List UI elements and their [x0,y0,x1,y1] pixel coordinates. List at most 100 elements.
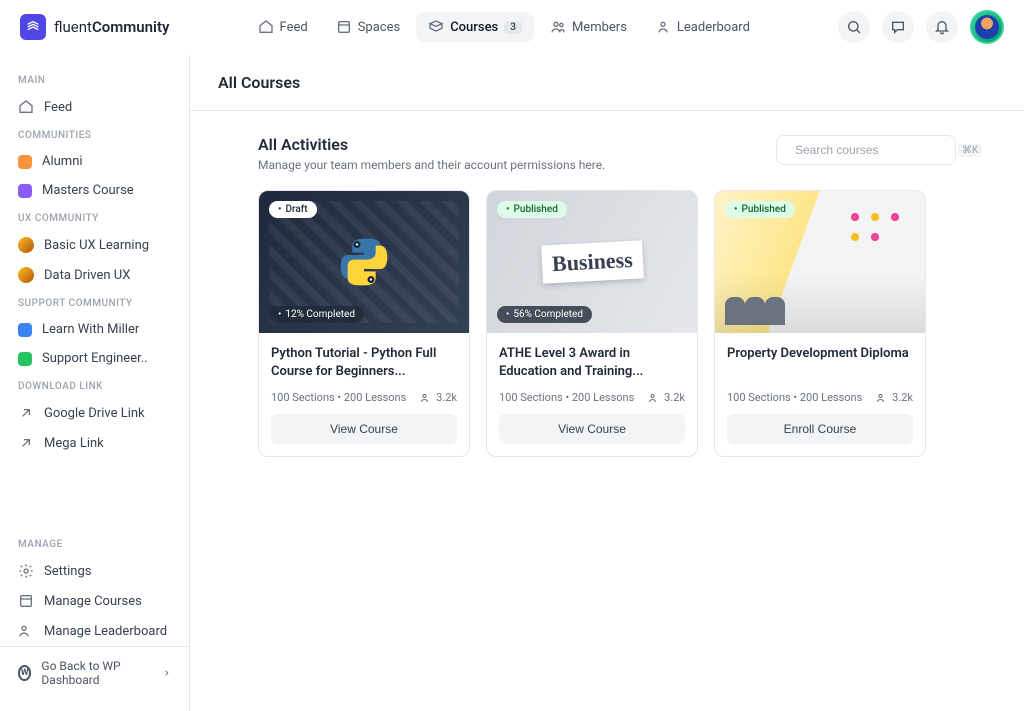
search-icon [846,19,862,35]
course-card[interactable]: Published Property Development Diploma 1… [714,190,926,457]
dot-icon [18,352,32,366]
search-button[interactable] [838,11,870,43]
nav-courses[interactable]: Courses 3 [416,12,534,42]
bell-icon [934,19,950,35]
dot-icon [18,184,32,198]
nav-feed[interactable]: Feed [246,12,320,42]
course-users: 3.2k [648,391,685,404]
course-card[interactable]: Draft 12% Completed Python Tutorial - Py… [258,190,470,457]
view-course-button[interactable]: View Course [271,414,457,444]
nav-label: Courses [450,20,498,35]
course-meta: 100 Sections • 200 Lessons [271,391,406,404]
view-course-button[interactable]: View Course [499,414,685,444]
search-input[interactable] [795,143,950,157]
section-download: DOWNLOAD LINK [10,373,179,398]
course-thumbnail: Published [715,191,925,333]
nav-label: Spaces [358,20,401,35]
course-thumbnail: Business Published 56% Completed [487,191,697,333]
sidebar: MAIN Feed COMMUNITIES Alumni Masters Cou… [0,55,190,711]
users-icon [876,392,888,404]
logo[interactable]: fluentCommunity [20,14,169,40]
side-label: Manage Courses [44,594,142,609]
leaderboard-icon [655,19,671,35]
notifications-button[interactable] [926,11,958,43]
status-badge: Published [725,201,795,218]
nav-spaces[interactable]: Spaces [324,12,413,42]
courses-icon [428,19,444,35]
side-label: Settings [44,564,91,579]
side-label: Basic UX Learning [44,238,149,253]
progress-badge: 12% Completed [269,306,364,323]
dot-icon [18,155,32,169]
course-meta: 100 Sections • 200 Lessons [499,391,634,404]
home-icon [18,99,34,115]
side-label: Masters Course [42,183,134,198]
section-ux: UX COMMUNITY [10,205,179,230]
python-icon [336,234,392,290]
wordpress-icon: W [18,665,31,681]
side-label: Data Driven UX [44,268,130,283]
content-desc: Manage your team members and their accou… [258,158,605,172]
sidebar-engineer[interactable]: Support Engineer.. [10,344,179,373]
section-support: SUPPORT COMMUNITY [10,290,179,315]
avatar-icon [18,267,34,283]
members-icon [550,19,566,35]
nav-label: Members [572,20,627,35]
nav-badge: 3 [504,21,522,34]
gear-icon [18,563,34,579]
nav-members[interactable]: Members [538,12,639,42]
side-label: Feed [44,100,72,115]
sidebar-data-ux[interactable]: Data Driven UX [10,260,179,290]
logo-text: fluentCommunity [54,18,169,36]
sidebar-settings[interactable]: Settings [10,556,179,586]
sidebar-manage-courses[interactable]: Manage Courses [10,586,179,616]
sidebar-mega[interactable]: Mega Link [10,428,179,458]
user-avatar[interactable] [970,10,1004,44]
section-communities: COMMUNITIES [10,122,179,147]
users-icon [648,392,660,404]
dot-icon [18,323,32,337]
users-icon [420,392,432,404]
side-label: Support Engineer.. [42,351,148,366]
sidebar-masters[interactable]: Masters Course [10,176,179,205]
sidebar-manage-leaderboard[interactable]: Manage Leaderboard [10,616,179,646]
side-label: Manage Leaderboard [44,624,167,639]
back-label: Go Back to WP Dashboard [41,659,151,687]
sidebar-basic-ux[interactable]: Basic UX Learning [10,230,179,260]
sidebar-gdrive[interactable]: Google Drive Link [10,398,179,428]
spaces-icon [336,19,352,35]
side-label: Google Drive Link [44,406,145,421]
course-thumbnail: Draft 12% Completed [259,191,469,333]
nav-label: Leaderboard [677,20,750,35]
side-label: Learn With Miller [42,322,139,337]
chevron-right-icon [162,667,171,679]
sidebar-feed[interactable]: Feed [10,92,179,122]
logo-mark-icon [20,14,46,40]
enroll-course-button[interactable]: Enroll Course [727,414,913,444]
section-manage: MANAGE [10,531,179,556]
course-title: Python Tutorial - Python Full Course for… [271,345,457,381]
external-link-icon [18,435,34,451]
search-shortcut: ⌘K [958,144,982,157]
side-label: Mega Link [44,436,104,451]
progress-badge: 56% Completed [497,306,592,323]
sidebar-alumni[interactable]: Alumni [10,147,179,176]
section-main: MAIN [10,67,179,92]
course-search[interactable]: ⌘K [776,135,956,165]
back-to-wp[interactable]: W Go Back to WP Dashboard [0,646,189,699]
avatar-icon [18,237,34,253]
course-title: Property Development Diploma [727,345,913,381]
nav-leaderboard[interactable]: Leaderboard [643,12,762,42]
course-meta: 100 Sections • 200 Lessons [727,391,862,404]
course-title: ATHE Level 3 Award in Education and Trai… [499,345,685,381]
course-card[interactable]: Business Published 56% Completed ATHE Le… [486,190,698,457]
content-title: All Activities [258,135,605,154]
status-badge: Draft [269,201,317,218]
sidebar-miller[interactable]: Learn With Miller [10,315,179,344]
chat-icon [890,19,906,35]
newspaper-graphic: Business [541,240,644,283]
users-icon [18,623,34,639]
external-link-icon [18,405,34,421]
messages-button[interactable] [882,11,914,43]
course-users: 3.2k [876,391,913,404]
